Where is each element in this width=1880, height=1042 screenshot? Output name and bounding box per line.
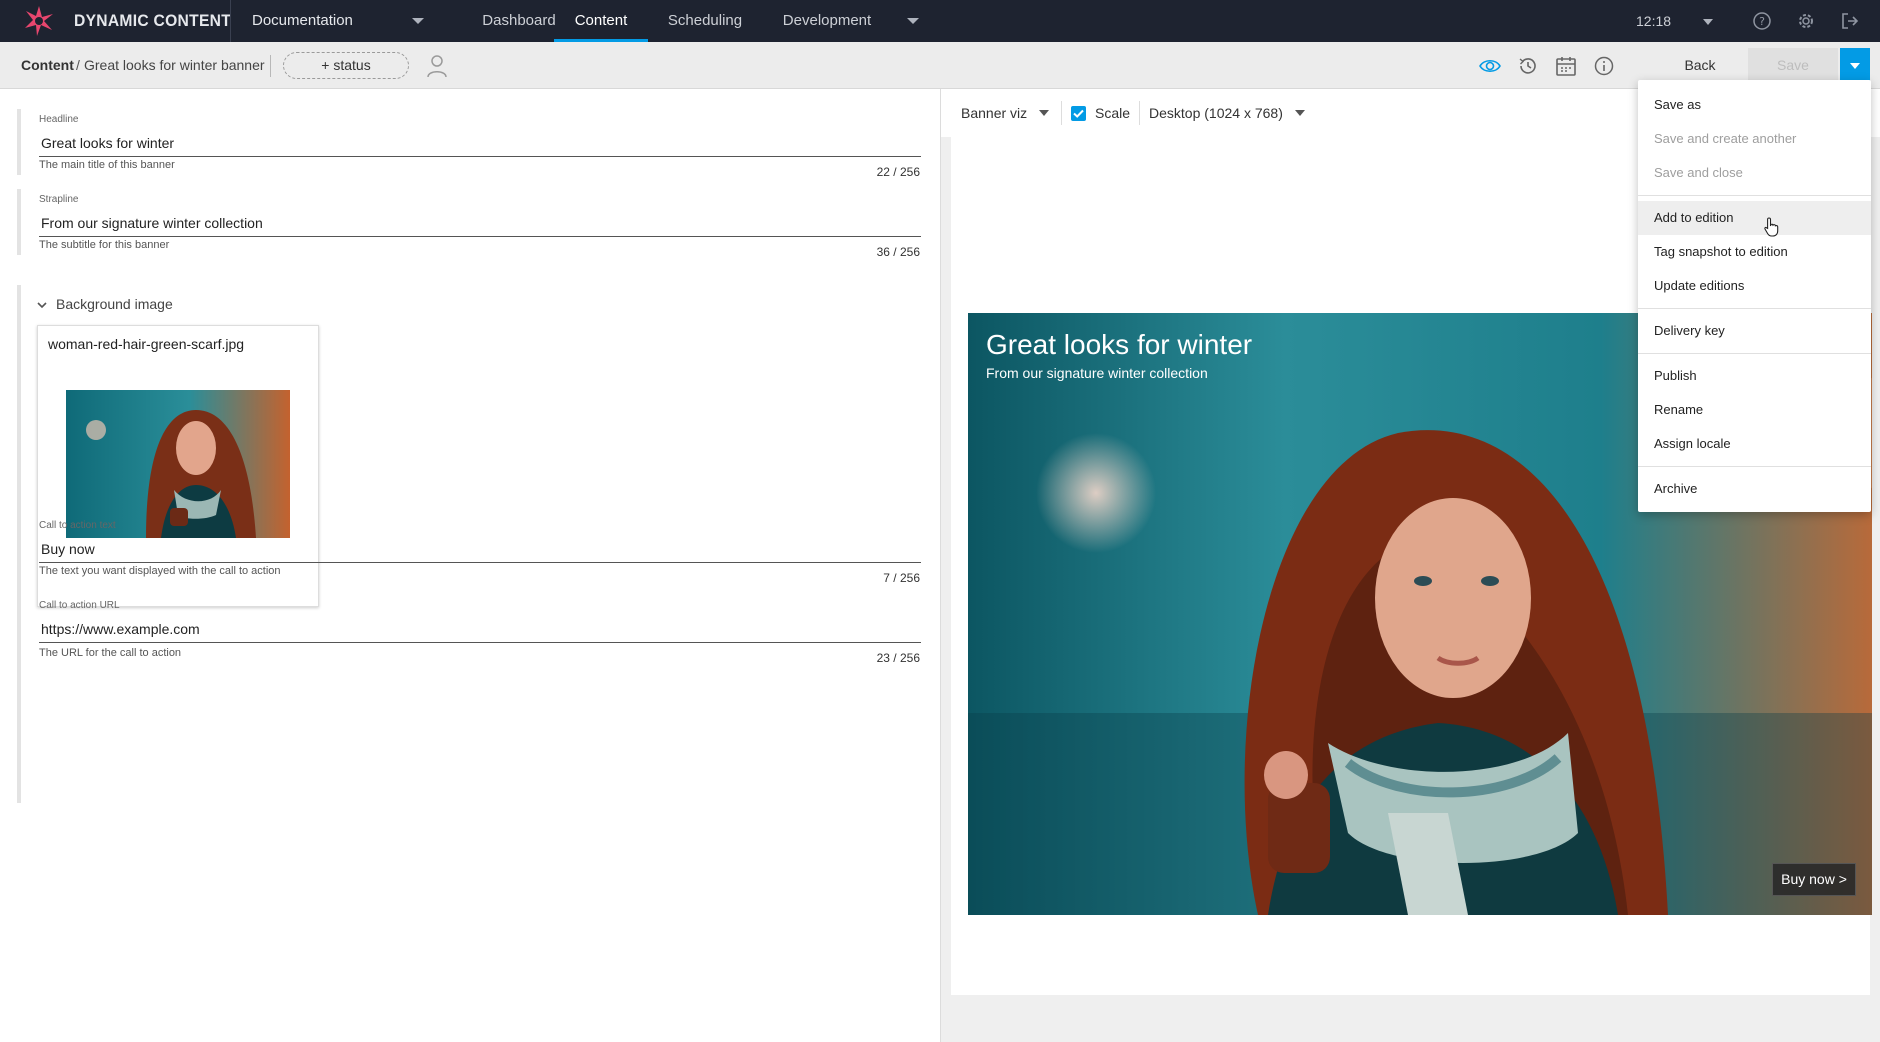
strapline-underline — [39, 236, 921, 237]
save-options-menu: Save as Save and create another Save and… — [1638, 80, 1871, 512]
headline-label: Headline — [39, 114, 79, 125]
device-size-select[interactable]: Desktop (1024 x 768) — [1149, 89, 1283, 137]
save-button[interactable]: Save — [1748, 48, 1838, 82]
image-filename: woman-red-hair-green-scarf.jpg — [48, 336, 245, 352]
tab-development[interactable]: Development — [774, 0, 880, 42]
toolbar-divider — [1061, 101, 1062, 125]
content-toolbar: Content / Great looks for winter banner … — [0, 42, 1880, 89]
cta-url-underline — [39, 642, 921, 643]
menu-item-tag-snapshot-to-edition[interactable]: Tag snapshot to edition — [1638, 235, 1871, 269]
field-rail — [17, 595, 21, 661]
toolbar-divider — [1139, 101, 1140, 125]
clock-chevron-down-icon[interactable] — [1703, 19, 1713, 25]
strapline-char-count: 36 / 256 — [876, 245, 920, 259]
breadcrumb-separator: / — [76, 57, 80, 73]
device-chevron-down-icon[interactable] — [1295, 110, 1305, 116]
menu-item-add-to-edition[interactable]: Add to edition — [1638, 201, 1871, 235]
tab-scheduling[interactable]: Scheduling — [658, 0, 752, 42]
cta-url-label: Call to action URL — [39, 600, 120, 611]
help-icon[interactable]: ? — [1752, 11, 1772, 31]
back-button[interactable]: Back — [1668, 48, 1732, 82]
background-image-section-title[interactable]: Background image — [56, 296, 173, 312]
visualization-chevron-down-icon[interactable] — [1039, 110, 1049, 116]
hand-pointer-cursor-icon — [1764, 217, 1779, 237]
cta-text-char-count: 7 / 256 — [883, 571, 920, 585]
menu-separator — [1638, 308, 1871, 309]
cta-url-input[interactable]: https://www.example.com — [41, 621, 200, 637]
menu-item-rename[interactable]: Rename — [1638, 393, 1871, 427]
cta-text-label: Call to action text — [39, 520, 116, 531]
tab-content[interactable]: Content — [554, 0, 648, 42]
save-options-dropdown-button[interactable] — [1840, 48, 1870, 82]
headline-help-text: The main title of this banner — [39, 159, 175, 171]
breadcrumb-current-item: Great looks for winter banner — [84, 57, 265, 73]
field-rail — [17, 189, 21, 255]
headline-input[interactable]: Great looks for winter — [41, 135, 174, 151]
menu-item-save-and-create-another[interactable]: Save and create another — [1638, 122, 1871, 156]
field-rail — [17, 109, 21, 175]
visualization-eye-icon[interactable] — [1479, 55, 1501, 77]
menu-item-publish[interactable]: Publish — [1638, 359, 1871, 393]
strapline-label: Strapline — [39, 194, 79, 205]
menu-separator — [1638, 466, 1871, 467]
banner-headline: Great looks for winter — [986, 329, 1253, 360]
menu-item-archive[interactable]: Archive — [1638, 472, 1871, 506]
settings-icon[interactable] — [1796, 11, 1816, 31]
logout-icon[interactable] — [1840, 11, 1860, 31]
add-status-button[interactable]: + status — [283, 52, 409, 79]
background-image-thumbnail[interactable] — [66, 390, 290, 538]
toolbar-divider — [270, 55, 271, 77]
menu-item-update-editions[interactable]: Update editions — [1638, 269, 1871, 303]
strapline-input[interactable]: From our signature winter collection — [41, 215, 263, 231]
menu-item-assign-locale[interactable]: Assign locale — [1638, 427, 1871, 461]
svg-text:?: ? — [1759, 15, 1765, 28]
collapse-chevron-down-icon[interactable] — [36, 299, 48, 311]
history-icon[interactable] — [1517, 55, 1539, 77]
menu-item-save-and-close[interactable]: Save and close — [1638, 156, 1871, 190]
headline-char-count: 22 / 256 — [876, 165, 920, 179]
strapline-help-text: The subtitle for this banner — [39, 239, 170, 251]
menu-separator — [1638, 353, 1871, 354]
cta-url-char-count: 23 / 256 — [876, 651, 920, 665]
hub-selector[interactable]: Documentation — [252, 0, 353, 42]
nav-divider — [230, 0, 231, 42]
calendar-icon[interactable] — [1555, 55, 1577, 77]
menu-item-save-as[interactable]: Save as — [1638, 88, 1871, 122]
field-rail — [17, 515, 21, 581]
scale-checkbox[interactable] — [1071, 106, 1086, 121]
breadcrumb-content-link[interactable]: Content — [21, 42, 74, 89]
menu-item-delivery-key[interactable]: Delivery key — [1638, 314, 1871, 348]
visualization-select[interactable]: Banner viz — [961, 89, 1027, 137]
top-navigation-bar: DYNAMIC CONTENT Documentation Dashboard … — [0, 0, 1880, 42]
scale-label[interactable]: Scale — [1095, 89, 1130, 137]
brand-name: DYNAMIC CONTENT — [74, 11, 232, 30]
cta-text-input[interactable]: Buy now — [41, 541, 95, 557]
clock-time: 12:18 — [1636, 13, 1672, 29]
dynamic-content-logo-icon[interactable] — [22, 4, 56, 38]
assign-user-icon[interactable] — [426, 54, 448, 78]
info-icon[interactable] — [1593, 55, 1615, 77]
menu-separator — [1638, 195, 1871, 196]
banner-cta-button[interactable]: Buy now > — [1772, 863, 1856, 896]
hub-chevron-down-icon[interactable] — [412, 18, 424, 24]
headline-underline — [39, 156, 921, 157]
banner-strapline: From our signature winter collection — [986, 365, 1208, 381]
development-chevron-down-icon[interactable] — [907, 18, 919, 24]
cta-text-help-text: The text you want displayed with the cal… — [39, 565, 281, 577]
content-form: Headline Great looks for winter The main… — [0, 89, 940, 1042]
cta-text-underline — [39, 562, 921, 563]
cta-url-help-text: The URL for the call to action — [39, 647, 182, 659]
